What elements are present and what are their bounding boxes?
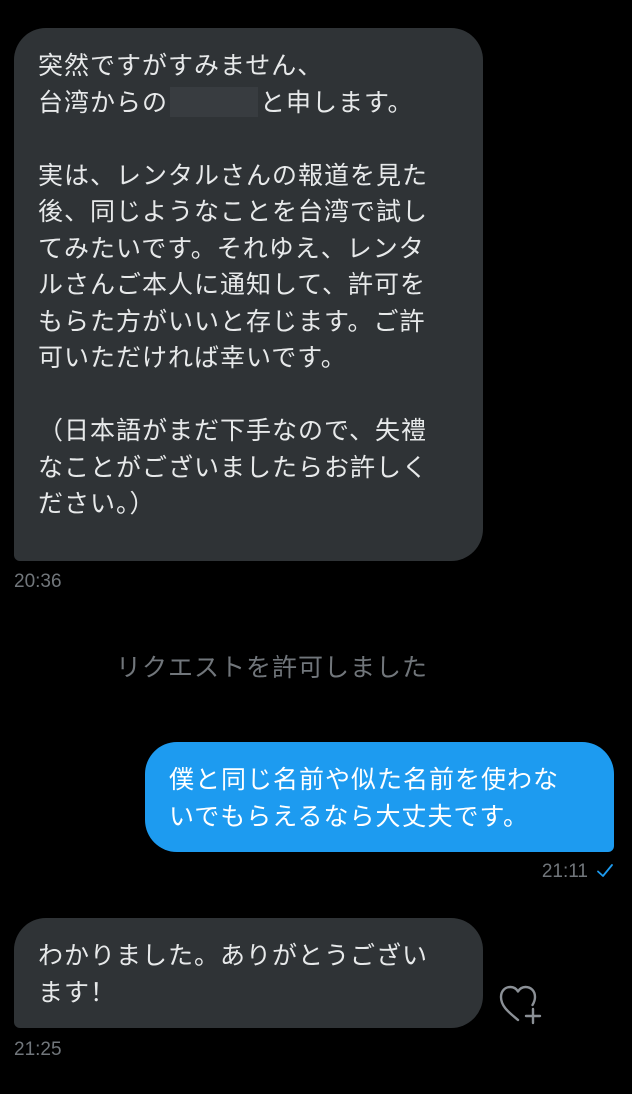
- message-text: わかりました。ありがとうござい ます！: [38, 941, 429, 1007]
- message-timestamp: 21:11: [541, 861, 588, 882]
- message-timestamp: 21:25: [14, 1039, 62, 1060]
- heart-plus-icon[interactable]: [497, 982, 547, 1026]
- message-text: 僕と同じ名前や似た名前を使わな いでもらえるなら大丈夫です。: [169, 765, 560, 831]
- request-accepted-notice: リクエストを許可しました: [115, 653, 428, 682]
- check-icon: [597, 864, 613, 877]
- message-timestamp: 20:36: [14, 571, 62, 592]
- incoming-message-bubble[interactable]: 突然ですがすみません、 台湾からの と申します。 実は、レンタルさんの報道を見た …: [14, 28, 483, 561]
- incoming-message-bubble[interactable]: わかりました。ありがとうござい ます！: [14, 918, 483, 1028]
- message-text-part-2: と申します。 実は、レンタルさんの報道を見た 後、同じようなことを台湾で試し て…: [38, 87, 429, 519]
- outgoing-message-bubble[interactable]: 僕と同じ名前や似た名前を使わな いでもらえるなら大丈夫です。: [145, 742, 614, 852]
- redacted-name-block: [170, 86, 259, 117]
